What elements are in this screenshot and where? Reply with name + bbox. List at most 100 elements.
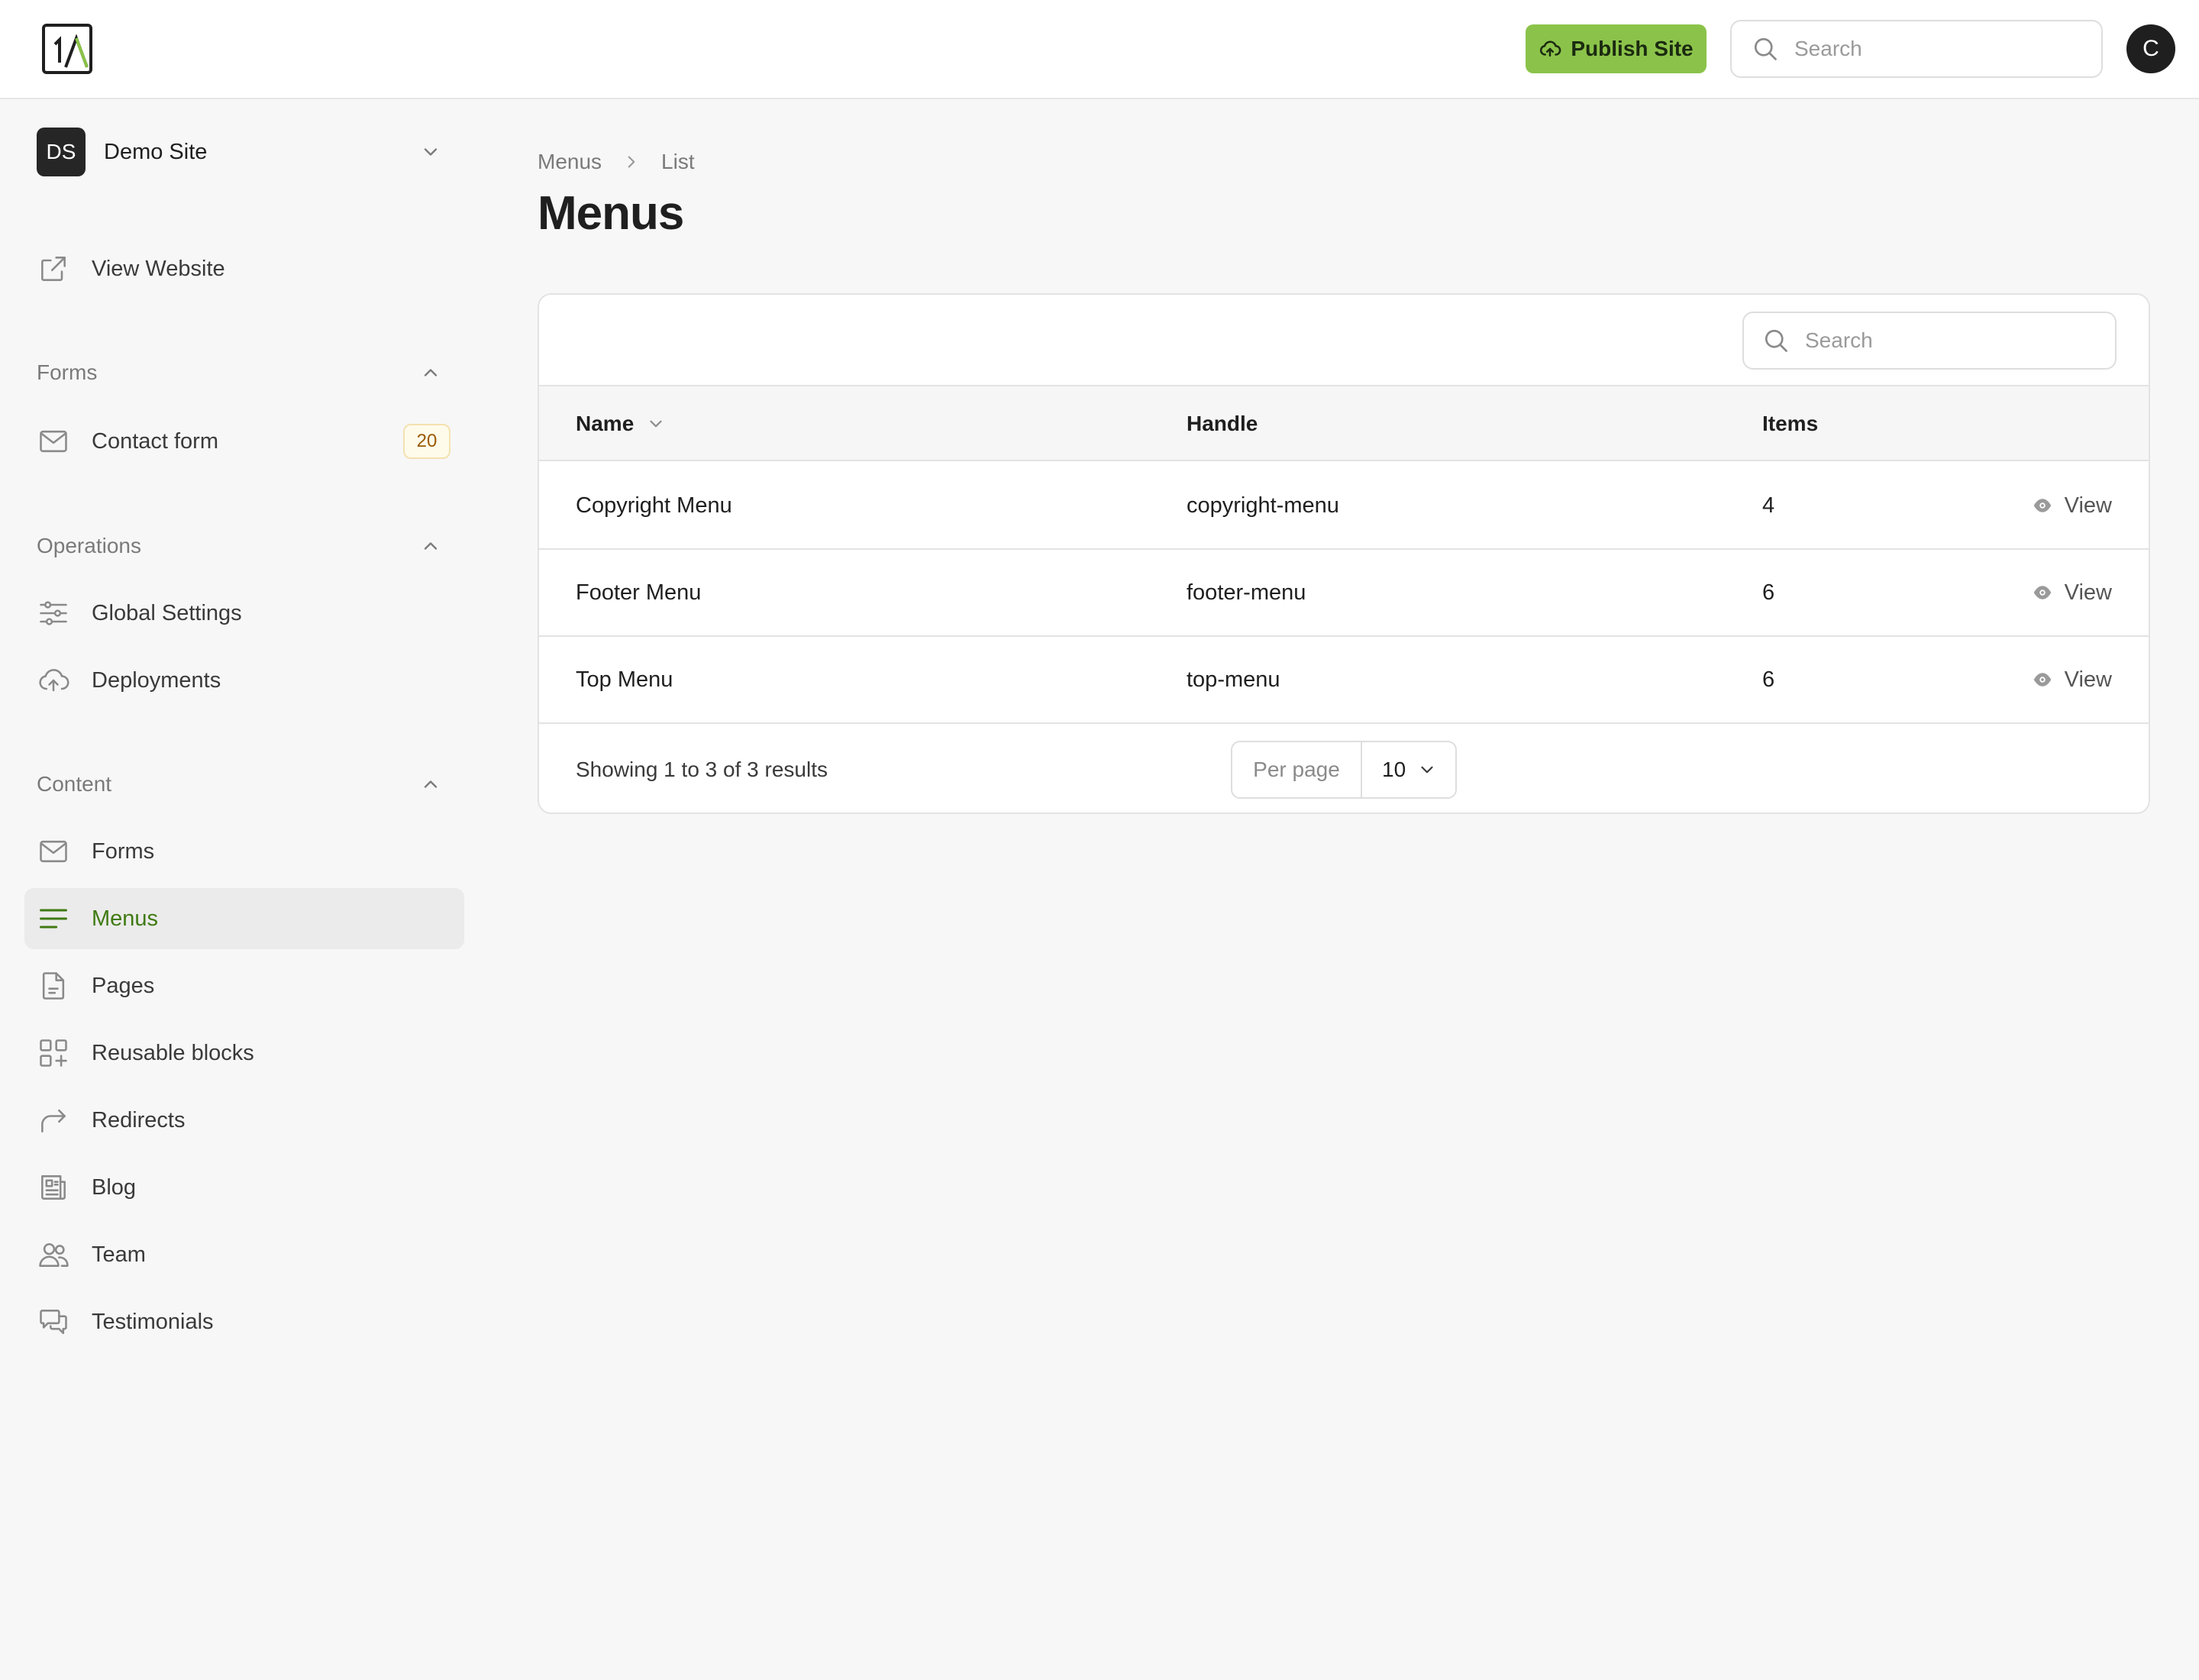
sidebar-item-label: Menus [92, 906, 159, 931]
results-summary: Showing 1 to 3 of 3 results [576, 758, 828, 781]
view-button[interactable]: View [2031, 637, 2112, 722]
cell-items: 6 [1762, 667, 1775, 692]
sidebar-item-label: Reusable blocks [92, 1040, 254, 1065]
per-page-label: Per page [1232, 742, 1362, 797]
view-label: View [2064, 493, 2112, 518]
page-title: Menus [538, 187, 684, 240]
users-icon [37, 1238, 70, 1271]
site-initials-badge: DS [37, 128, 86, 176]
sidebar-item-testimonials[interactable]: Testimonials [24, 1291, 464, 1352]
chevron-up-icon [420, 535, 441, 557]
column-header-items: Items [1762, 412, 1819, 435]
sidebar-item-label: Pages [92, 973, 155, 998]
eye-icon [2031, 494, 2054, 517]
sidebar-item-view-website[interactable]: View Website [24, 238, 464, 299]
per-page-control: Per page 10 [1231, 741, 1457, 799]
envelope-icon [37, 835, 70, 868]
eye-icon [2031, 581, 2054, 604]
breadcrumb: Menus List [538, 147, 695, 177]
table-toolbar [539, 295, 2149, 386]
sidebar-item-forms[interactable]: Forms [24, 821, 464, 882]
app-logo-icon[interactable] [41, 23, 93, 75]
sidebar-item-reusable-blocks[interactable]: Reusable blocks [24, 1023, 464, 1084]
column-header-name[interactable]: Name [576, 386, 666, 461]
sidebar-item-deployments[interactable]: Deployments [24, 650, 464, 711]
envelope-icon [37, 425, 70, 458]
per-page-select[interactable]: 10 [1362, 742, 1455, 797]
section-toggle-operations[interactable]: Operations [37, 527, 449, 565]
table-search-input[interactable] [1805, 328, 2115, 353]
cell-items: 4 [1762, 493, 1775, 518]
user-avatar[interactable]: C [2126, 24, 2175, 73]
chevron-down-icon [420, 141, 441, 163]
menu-lines-icon [37, 902, 70, 935]
global-search-input[interactable] [1794, 37, 2101, 61]
cell-name: Footer Menu [576, 580, 702, 605]
chat-bubbles-icon [37, 1305, 70, 1339]
sidebar-item-team[interactable]: Team [24, 1224, 464, 1285]
view-button[interactable]: View [2031, 550, 2112, 635]
top-bar: Publish Site C [0, 0, 2199, 99]
table-footer: Showing 1 to 3 of 3 results Per page 10 [539, 724, 2149, 813]
view-label: View [2064, 667, 2112, 692]
table-row: Copyright Menu copyright-menu 4 View [539, 463, 2149, 550]
sort-chevron-down-icon [646, 414, 666, 434]
publish-site-button[interactable]: Publish Site [1526, 24, 1707, 73]
breadcrumb-link-menus[interactable]: Menus [538, 150, 602, 174]
section-label: Operations [37, 534, 141, 557]
search-icon [1752, 35, 1779, 63]
global-search[interactable] [1730, 20, 2103, 78]
sidebar-item-menus[interactable]: Menus [24, 888, 464, 949]
sidebar-item-label: Testimonials [92, 1309, 214, 1334]
per-page-value: 10 [1382, 758, 1406, 781]
view-button[interactable]: View [2031, 463, 2112, 548]
site-name: Demo Site [104, 139, 208, 164]
cloud-upload-icon [37, 664, 70, 697]
cell-handle: top-menu [1187, 667, 1280, 692]
sidebar-item-contact-form[interactable]: Contact form 20 [24, 411, 464, 472]
unread-count-badge: 20 [403, 424, 450, 459]
external-link-icon [37, 252, 70, 286]
sidebar-item-label: View Website [92, 256, 225, 281]
sidebar-item-label: Contact form [92, 428, 218, 454]
cloud-upload-icon [1539, 37, 1561, 60]
breadcrumb-current: List [661, 150, 695, 173]
sidebar-item-pages[interactable]: Pages [24, 955, 464, 1016]
view-label: View [2064, 580, 2112, 605]
eye-icon [2031, 668, 2054, 691]
table-row: Footer Menu footer-menu 6 View [539, 550, 2149, 637]
chevron-down-icon [1417, 760, 1437, 780]
sidebar-item-label: Deployments [92, 667, 221, 693]
sidebar-item-label: Team [92, 1242, 146, 1267]
cell-name: Copyright Menu [576, 493, 732, 518]
section-label: Forms [37, 360, 98, 384]
publish-site-label: Publish Site [1571, 37, 1694, 60]
sidebar-item-blog[interactable]: Blog [24, 1157, 464, 1218]
chevron-up-icon [420, 362, 441, 383]
column-header-handle: Handle [1187, 412, 1258, 435]
table-header: Name Handle Items [539, 386, 2149, 461]
section-toggle-content[interactable]: Content [37, 765, 449, 803]
chevron-right-icon [622, 152, 641, 172]
sidebar-item-label: Redirects [92, 1107, 186, 1132]
document-icon [37, 969, 70, 1003]
redirect-arrow-icon [37, 1103, 70, 1137]
sidebar-item-redirects[interactable]: Redirects [24, 1090, 464, 1151]
chevron-up-icon [420, 774, 441, 795]
column-header-label: Name [576, 412, 635, 435]
blocks-icon [37, 1036, 70, 1070]
sidebar-item-label: Forms [92, 838, 155, 864]
sidebar-item-label: Global Settings [92, 600, 242, 625]
site-switcher[interactable]: DS Demo Site [37, 127, 449, 177]
sidebar-item-global-settings[interactable]: Global Settings [24, 583, 464, 644]
cell-handle: footer-menu [1187, 580, 1306, 605]
section-label: Content [37, 772, 112, 796]
table-search[interactable] [1742, 312, 2117, 370]
search-icon [1762, 327, 1790, 354]
cell-handle: copyright-menu [1187, 493, 1339, 518]
sidebar-item-label: Blog [92, 1174, 137, 1200]
section-toggle-forms[interactable]: Forms [37, 354, 449, 392]
sliders-icon [37, 596, 70, 630]
cell-name: Top Menu [576, 667, 673, 692]
cell-items: 6 [1762, 580, 1775, 605]
